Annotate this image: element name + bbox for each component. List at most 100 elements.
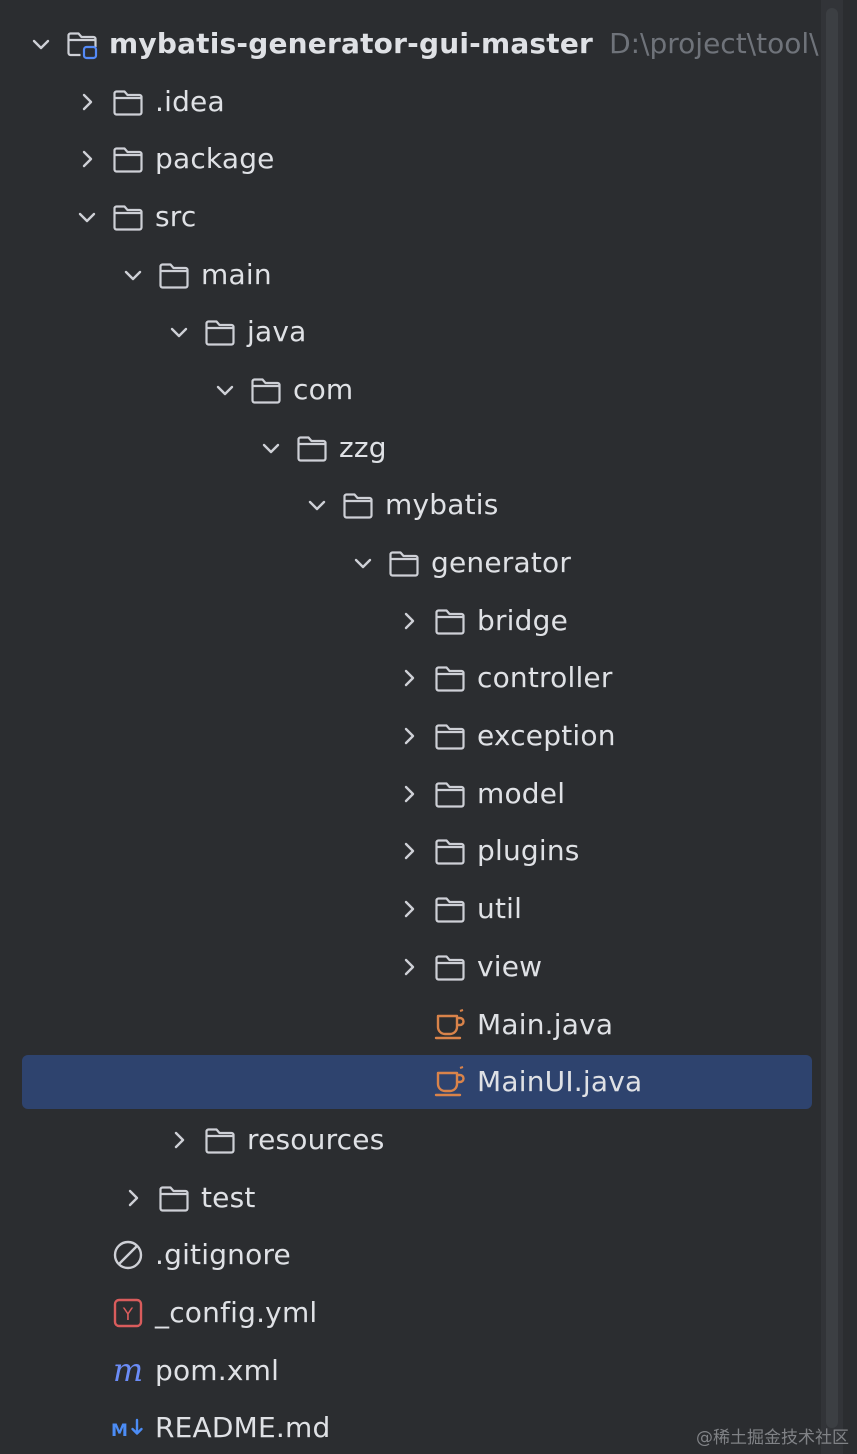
- tree-item-label: com: [293, 372, 354, 406]
- folder-icon: [433, 719, 467, 753]
- tree-item-java[interactable]: java: [0, 303, 857, 361]
- tree-item-src[interactable]: src: [0, 188, 857, 246]
- folder-icon: [387, 546, 421, 580]
- chevron-down-icon[interactable]: [122, 264, 144, 286]
- chevron-right-icon[interactable]: [398, 783, 420, 805]
- tree-item-label: README.md: [155, 1411, 331, 1445]
- chevron-down-icon[interactable]: [30, 33, 52, 55]
- svg-text:m: m: [113, 1354, 143, 1388]
- chevron-right-icon[interactable]: [398, 667, 420, 689]
- folder-icon: [341, 488, 375, 522]
- tree-item-label: src: [155, 199, 197, 233]
- tree-item-main-java[interactable]: Main.java: [0, 996, 857, 1054]
- tree-item-plugins[interactable]: plugins: [0, 823, 857, 881]
- tree-root[interactable]: mybatis-generator-gui-master D:\project\t…: [0, 15, 857, 73]
- java-class-icon: [433, 1065, 467, 1099]
- tree-item-label: java: [247, 315, 307, 349]
- watermark: @稀土掘金技术社区: [696, 1428, 849, 1448]
- tree-item-label: exception: [477, 719, 616, 753]
- tree-item-pom-xml[interactable]: m pom.xml: [0, 1342, 857, 1400]
- project-tree: mybatis-generator-gui-master D:\project\t…: [0, 15, 857, 1454]
- tree-item-label: .gitignore: [155, 1238, 291, 1272]
- tree-item-label: zzg: [339, 430, 387, 464]
- tree-item-zzg[interactable]: zzg: [0, 419, 857, 477]
- folder-icon: [433, 661, 467, 695]
- chevron-down-icon[interactable]: [260, 437, 282, 459]
- tree-item-main[interactable]: main: [0, 246, 857, 304]
- chevron-down-icon[interactable]: [306, 494, 328, 516]
- folder-icon: [111, 142, 145, 176]
- tree-item-idea[interactable]: .idea: [0, 73, 857, 131]
- tree-item-bridge[interactable]: bridge: [0, 592, 857, 650]
- chevron-right-icon[interactable]: [168, 1129, 190, 1151]
- chevron-right-icon[interactable]: [76, 91, 98, 113]
- folder-icon: [433, 834, 467, 868]
- folder-icon: [111, 85, 145, 119]
- tree-item-label: MainUI.java: [477, 1065, 643, 1099]
- tree-item-label: view: [477, 949, 543, 983]
- tree-item-label: resources: [247, 1122, 385, 1156]
- folder-icon: [111, 200, 145, 234]
- chevron-down-icon[interactable]: [352, 552, 374, 574]
- tree-item-label: bridge: [477, 603, 569, 637]
- folder-icon: [157, 258, 191, 292]
- folder-icon: [203, 315, 237, 349]
- svg-text:M: M: [111, 1421, 128, 1441]
- tree-item-label: _config.yml: [155, 1295, 318, 1329]
- folder-icon: [433, 777, 467, 811]
- chevron-right-icon[interactable]: [398, 898, 420, 920]
- tree-item-label: model: [477, 776, 566, 810]
- chevron-right-icon[interactable]: [398, 956, 420, 978]
- folder-icon: [433, 604, 467, 638]
- tree-item-label: main: [201, 257, 272, 291]
- tree-item-mybatis[interactable]: mybatis: [0, 477, 857, 535]
- markdown-file-icon: M: [111, 1411, 145, 1445]
- folder-icon: [157, 1181, 191, 1215]
- tree-item-util[interactable]: util: [0, 880, 857, 938]
- tree-item-controller[interactable]: controller: [0, 650, 857, 708]
- tree-item-label: mybatis-generator-gui-master: [109, 26, 594, 60]
- project-path: D:\project\tool\: [609, 26, 819, 60]
- tree-item-label: mybatis: [385, 488, 499, 522]
- folder-icon: [433, 950, 467, 984]
- tree-item-config-yml[interactable]: Y _config.yml: [0, 1284, 857, 1342]
- tree-item-package[interactable]: package: [0, 130, 857, 188]
- chevron-right-icon[interactable]: [398, 840, 420, 862]
- chevron-right-icon[interactable]: [398, 610, 420, 632]
- folder-icon: [295, 431, 329, 465]
- tree-item-label: plugins: [477, 834, 580, 868]
- tree-item-test[interactable]: test: [0, 1169, 857, 1227]
- tree-item-model[interactable]: model: [0, 765, 857, 823]
- chevron-right-icon[interactable]: [122, 1187, 144, 1209]
- tree-item-label: controller: [477, 661, 613, 695]
- svg-text:Y: Y: [122, 1305, 134, 1325]
- folder-icon: [433, 892, 467, 926]
- tree-item-exception[interactable]: exception: [0, 707, 857, 765]
- yaml-file-icon: Y: [111, 1296, 145, 1330]
- tree-item-mainui-java[interactable]: MainUI.java: [0, 1053, 857, 1111]
- tree-item-com[interactable]: com: [0, 361, 857, 419]
- ignore-file-icon: [111, 1238, 145, 1272]
- folder-icon: [249, 373, 283, 407]
- tree-item-label: Main.java: [477, 1007, 614, 1041]
- tree-item-gitignore[interactable]: .gitignore: [0, 1226, 857, 1284]
- tree-item-label: pom.xml: [155, 1353, 280, 1387]
- tree-item-view[interactable]: view: [0, 938, 857, 996]
- chevron-down-icon[interactable]: [168, 321, 190, 343]
- tree-item-label: test: [201, 1180, 256, 1214]
- java-class-icon: [433, 1008, 467, 1042]
- chevron-right-icon[interactable]: [76, 148, 98, 170]
- tree-item-label: .idea: [155, 84, 225, 118]
- tree-item-label: package: [155, 142, 275, 176]
- tree-item-label: generator: [431, 546, 572, 580]
- chevron-right-icon[interactable]: [398, 725, 420, 747]
- maven-file-icon: m: [111, 1354, 145, 1388]
- tree-item-generator[interactable]: generator: [0, 534, 857, 592]
- project-folder-icon: [65, 27, 99, 61]
- folder-icon: [203, 1123, 237, 1157]
- chevron-down-icon[interactable]: [214, 379, 236, 401]
- tree-item-label: util: [477, 892, 523, 926]
- scrollbar-thumb[interactable]: [826, 8, 838, 1428]
- chevron-down-icon[interactable]: [76, 206, 98, 228]
- tree-item-resources[interactable]: resources: [0, 1111, 857, 1169]
